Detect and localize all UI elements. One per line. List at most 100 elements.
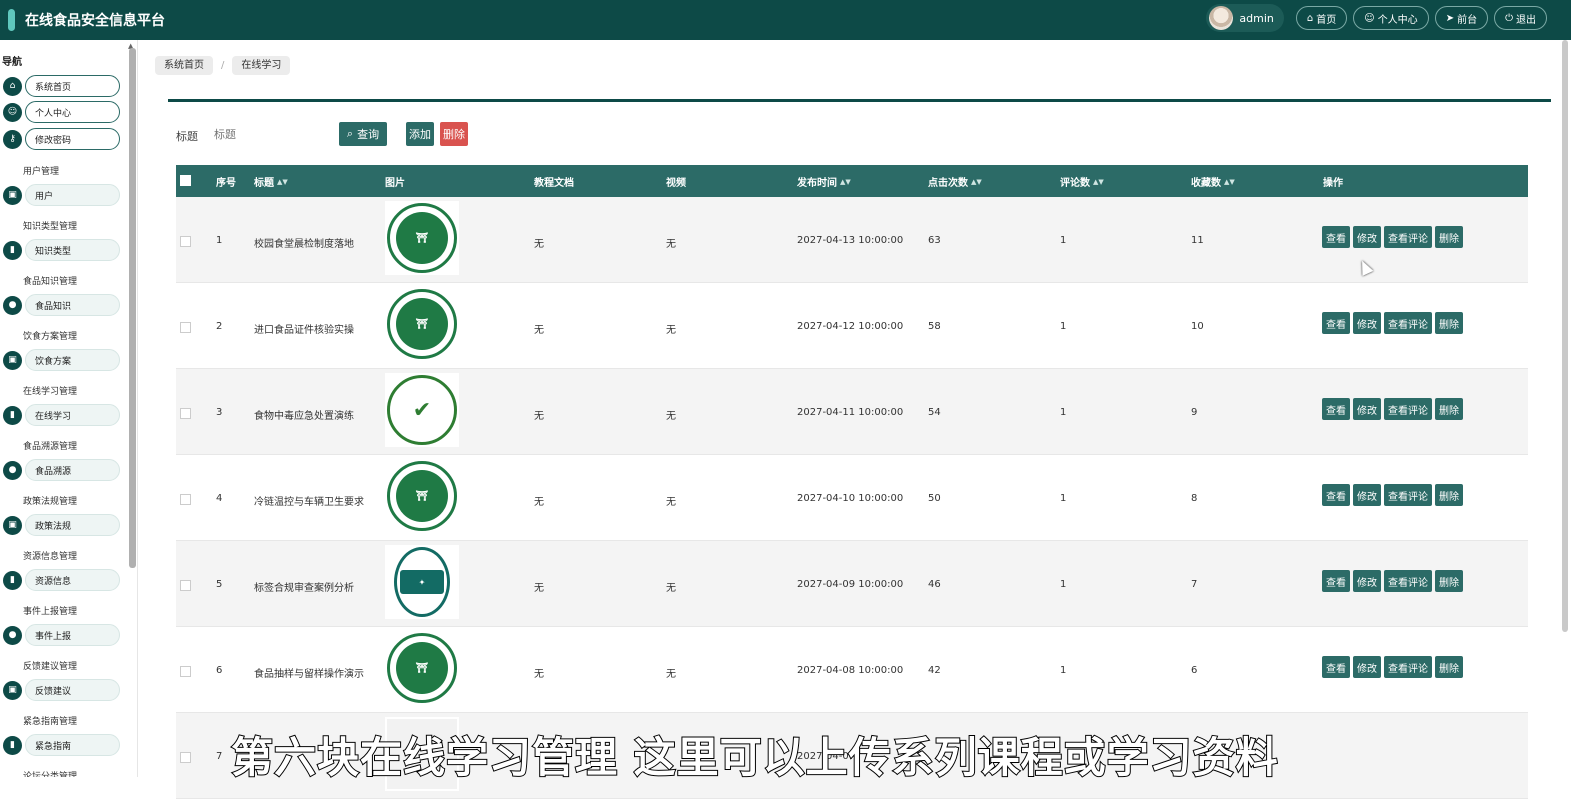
row-doc: 无 [534,669,544,680]
sidebar-subitem[interactable]: ▣ 反馈建议 [0,679,120,701]
sidebar-group-label[interactable]: 用户管理 [23,164,59,177]
sidebar-item-label: 个人中心 [25,101,120,123]
row-time: 2027-04-10 10:00:00 [797,493,904,504]
row-title: 校园食堂晨检制度落地 [254,239,354,250]
sidebar-subitem[interactable]: ▮ 知识类型 [0,239,120,261]
action-button-3[interactable]: 删除 [1435,484,1463,506]
sidebar-subitem[interactable]: ▮ 紧急指南 [0,734,120,756]
select-all-checkbox[interactable] [180,175,191,186]
action-button-3[interactable]: 删除 [1435,570,1463,592]
profile-button[interactable]: ☺ 个人中心 [1353,6,1429,30]
sort-icon: ▲▼ [277,177,288,186]
sidebar-group-label[interactable]: 资源信息管理 [23,549,77,562]
action-button-1[interactable]: 修改 [1353,484,1381,506]
sidebar-group-label[interactable]: 饮食方案管理 [23,329,77,342]
action-button-3[interactable]: 删除 [1435,398,1463,420]
sidebar-item[interactable]: ⌂ 系统首页 [0,75,120,97]
row-video: 无 [666,411,676,422]
bar-chart-icon: ▮ [3,735,22,755]
batch-delete-button[interactable]: 删除 [440,122,468,146]
sidebar-subitem[interactable]: ▣ 用户 [0,184,120,206]
sidebar-subitem[interactable]: ▮ 资源信息 [0,569,120,591]
action-button-0[interactable]: 查看 [1322,570,1350,592]
action-button-2[interactable]: 查看评论 [1384,656,1432,678]
action-button-0[interactable]: 查看 [1322,398,1350,420]
action-button-0[interactable]: 查看 [1322,484,1350,506]
sidebar-subitem[interactable]: ▮ 在线学习 [0,404,120,426]
action-button-2[interactable]: 查看评论 [1384,484,1432,506]
row-image: ⛩ [385,459,459,533]
row-time: 2027-04-13 10:00:00 [797,235,904,246]
action-button-0[interactable]: 查看 [1322,312,1350,334]
sidebar-group-label[interactable]: 政策法规管理 [23,494,77,507]
sidebar-subitem[interactable]: ● 事件上报 [0,624,120,646]
column-header-comments[interactable]: 评论数 ▲▼ [1060,174,1104,189]
row-checkbox[interactable] [180,752,191,763]
health-food-badge: ✔ [387,375,457,445]
nav-title: 导航 [2,57,22,68]
sidebar-subitem[interactable]: ▣ 政策法规 [0,514,120,536]
action-button-1[interactable]: 修改 [1353,226,1381,248]
sidebar-group-label[interactable]: 知识类型管理 [23,219,77,232]
row-video: 无 [666,325,676,336]
user-chip[interactable]: admin [1206,4,1284,32]
action-button-2[interactable]: 查看评论 [1384,398,1432,420]
column-header-clicks[interactable]: 点击次数 ▲▼ [928,174,982,189]
row-checkbox[interactable] [180,580,191,591]
row-favs: 10 [1191,321,1204,332]
sidebar-group-label[interactable]: 反馈建议管理 [23,659,77,672]
sidebar-scrollbar[interactable] [129,48,136,568]
column-header-title[interactable]: 标题 ▲▼ [254,174,288,189]
breadcrumb-home[interactable]: 系统首页 [155,56,213,75]
action-button-3[interactable]: 删除 [1435,312,1463,334]
sidebar-subitem[interactable]: ● 食品溯源 [0,459,120,481]
action-button-2[interactable]: 查看评论 [1384,312,1432,334]
row-checkbox[interactable] [180,494,191,505]
action-button-2[interactable]: 查看评论 [1384,570,1432,592]
action-button-0[interactable]: 查看 [1322,226,1350,248]
action-button-3[interactable]: 删除 [1435,226,1463,248]
logout-button[interactable]: ⏻ 退出 [1494,6,1547,30]
sidebar-group-label[interactable]: 食品溯源管理 [23,439,77,452]
query-button[interactable]: ⌕ 查询 [339,122,387,146]
food-safety-seal: ⛩ [387,461,457,531]
sidebar-group-label[interactable]: 事件上报管理 [23,604,77,617]
row-title: 食品抽样与留样操作演示 [254,669,364,680]
home-button[interactable]: ⌂ 首页 [1295,6,1348,30]
action-button-1[interactable]: 修改 [1353,398,1381,420]
row-actions: 查看 修改 查看评论 删除 [1322,570,1463,592]
seal-emblem: ⛩ [396,212,448,264]
send-icon: ➤ [1445,12,1455,24]
column-header-favs[interactable]: 收藏数 ▲▼ [1191,174,1235,189]
sort-icon: ▲▼ [1224,177,1235,186]
action-button-1[interactable]: 修改 [1353,656,1381,678]
action-button-2[interactable]: 查看评论 [1384,226,1432,248]
sidebar-group-label[interactable]: 论坛分类管理 [23,769,77,777]
row-checkbox[interactable] [180,236,191,247]
column-header: 序号 [216,178,236,189]
frontend-button[interactable]: ➤ 前台 [1434,6,1489,30]
breadcrumb-current: 在线学习 [232,56,291,75]
action-button-0[interactable]: 查看 [1322,656,1350,678]
action-button-3[interactable]: 删除 [1435,656,1463,678]
action-button-1[interactable]: 修改 [1353,570,1381,592]
row-checkbox[interactable] [180,666,191,677]
row-checkbox[interactable] [180,408,191,419]
row-comments: 1 [1060,407,1067,418]
page-scrollbar[interactable] [1562,40,1568,632]
title-search-input[interactable] [214,122,324,146]
sidebar-group-label[interactable]: 在线学习管理 [23,384,77,397]
column-header: 视频 [666,178,686,189]
add-button[interactable]: 添加 [406,122,434,146]
sidebar-group-label[interactable]: 紧急指南管理 [23,714,77,727]
column-header-time[interactable]: 发布时间 ▲▼ [797,174,851,189]
sidebar-subitem[interactable]: ● 食品知识 [0,294,120,316]
row-checkbox[interactable] [180,322,191,333]
divider [168,99,1551,102]
sidebar-item[interactable]: ⚷ 修改密码 [0,128,120,150]
action-button-1[interactable]: 修改 [1353,312,1381,334]
sidebar-group-label[interactable]: 食品知识管理 [23,274,77,287]
sidebar-item[interactable]: ☺ 个人中心 [0,101,120,123]
sidebar-subitem[interactable]: ▣ 饮食方案 [0,349,120,371]
row-doc: 无 [534,411,544,422]
